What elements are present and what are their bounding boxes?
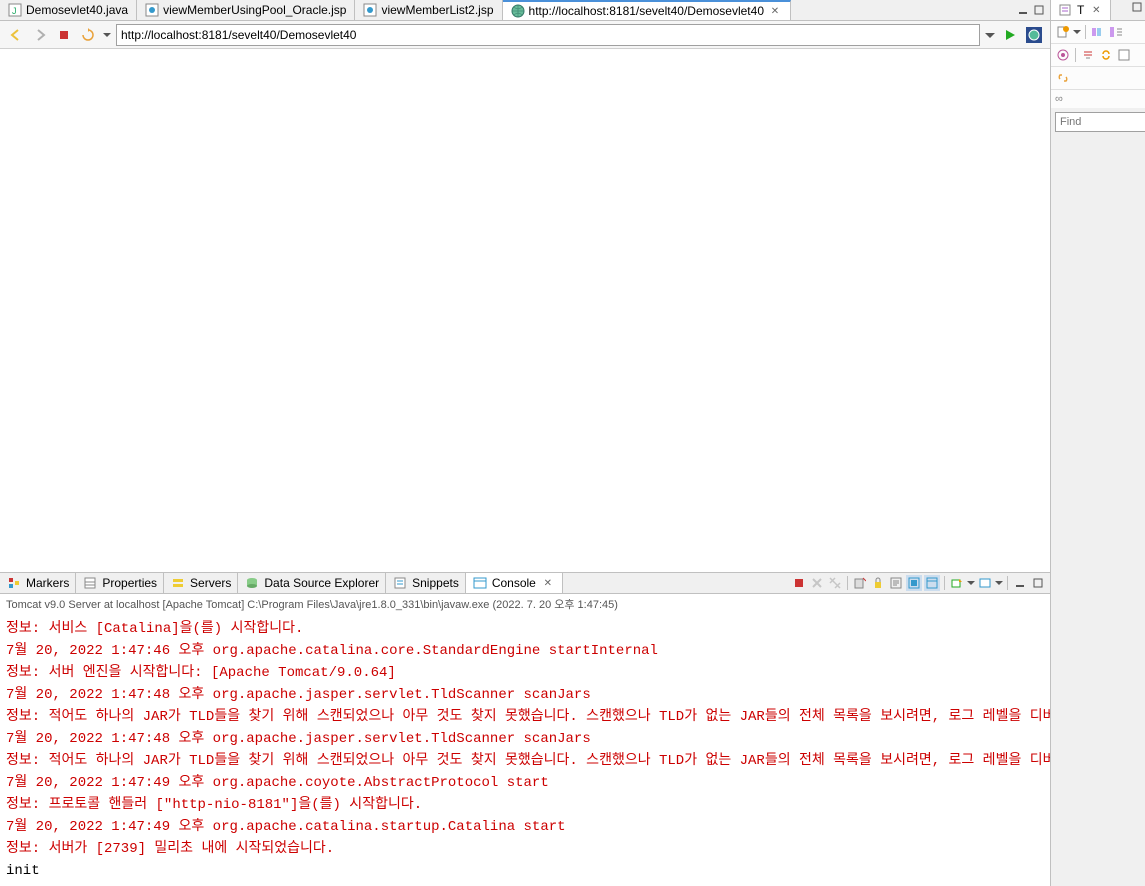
close-icon[interactable]: ✕ [768, 4, 782, 18]
dropdown-icon[interactable] [967, 575, 975, 591]
console-toolbar [787, 573, 1050, 593]
go-button[interactable] [1000, 25, 1020, 45]
right-side-panel: T ✕ ∞ [1051, 0, 1145, 886]
console-line: 7월 20, 2022 1:47:49 오후 org.apache.catali… [6, 816, 1044, 838]
tab-label: viewMemberUsingPool_Oracle.jsp [163, 3, 346, 17]
editor-tab-browser[interactable]: http://localhost:8181/sevelt40/Demosevle… [503, 0, 791, 20]
console-line: 정보: 적어도 하나의 JAR가 TLD들을 찾기 위해 스캔되었으나 아무 것… [6, 750, 1044, 772]
console-line: 7월 20, 2022 1:47:49 오후 org.apache.coyote… [6, 772, 1044, 794]
datasource-icon [244, 575, 260, 591]
editor-tab-bar: J Demosevlet40.java viewMemberUsingPool_… [0, 0, 1050, 21]
jsp-file-icon [145, 3, 159, 17]
schedule-button[interactable] [1108, 24, 1124, 40]
snippets-icon [392, 575, 408, 591]
forward-button[interactable] [30, 25, 50, 45]
show-console-button[interactable] [924, 575, 940, 591]
open-console-button[interactable] [949, 575, 965, 591]
browser-viewport [0, 49, 1050, 572]
console-line: 정보: 서비스 [Catalina]을(를) 시작합니다. [6, 618, 1044, 640]
tab-label: viewMemberList2.jsp [381, 3, 493, 17]
tab-data-source-explorer[interactable]: Data Source Explorer [238, 573, 386, 593]
external-browser-button[interactable] [1024, 25, 1044, 45]
url-input[interactable] [116, 24, 980, 46]
console-output[interactable]: 정보: 서비스 [Catalina]을(를) 시작합니다.7월 20, 2022… [0, 614, 1050, 886]
tab-console[interactable]: Console ✕ [466, 573, 563, 593]
browser-toolbar [0, 21, 1050, 49]
collapse-button[interactable] [1080, 47, 1096, 63]
console-line: 7월 20, 2022 1:47:46 오후 org.apache.catali… [6, 640, 1044, 662]
minimize-button[interactable] [1012, 575, 1028, 591]
tab-label: Demosevlet40.java [26, 3, 128, 17]
bottom-view-tabs: Markers Properties Servers Data Source E… [0, 572, 1050, 594]
editor-tab-java[interactable]: J Demosevlet40.java [0, 0, 137, 20]
tab-label: Markers [26, 576, 69, 590]
globe-icon [511, 4, 525, 18]
console-icon [472, 575, 488, 591]
find-input[interactable] [1055, 112, 1145, 132]
sync-button[interactable] [1098, 47, 1114, 63]
java-file-icon: J [8, 3, 22, 17]
jsp-file-icon [363, 3, 377, 17]
console-line: 정보: 서버 엔진을 시작합니다: [Apache Tomcat/9.0.64] [6, 662, 1044, 684]
console-line: init [6, 860, 1044, 882]
servers-icon [170, 575, 186, 591]
editor-window-controls [1012, 0, 1050, 20]
properties-icon [82, 575, 98, 591]
console-line: 정보: 프로토콜 핸들러 ["http-nio-8181"]을(를) 시작합니다… [6, 794, 1044, 816]
terminate-button[interactable] [791, 575, 807, 591]
link-glyph: ∞ [1055, 93, 1063, 105]
tab-markers[interactable]: Markers [0, 573, 76, 593]
tab-servers[interactable]: Servers [164, 573, 238, 593]
clear-console-button[interactable] [852, 575, 868, 591]
tab-task-list[interactable]: T ✕ [1051, 0, 1111, 20]
console-line: 7월 20, 2022 1:47:48 오후 org.apache.jasper… [6, 684, 1044, 706]
display-console-button[interactable] [977, 575, 993, 591]
categorize-button[interactable] [1090, 24, 1106, 40]
close-icon[interactable]: ✕ [1088, 2, 1104, 18]
dropdown-icon[interactable] [102, 25, 112, 45]
dropdown-icon[interactable] [995, 575, 1003, 591]
tab-properties[interactable]: Properties [76, 573, 164, 593]
console-line: 정보: 적어도 하나의 JAR가 TLD들을 찾기 위해 스캔되었으나 아무 것… [6, 706, 1044, 728]
tasks-icon [1057, 2, 1073, 18]
dropdown-icon[interactable] [1073, 24, 1081, 40]
url-dropdown-icon[interactable] [984, 25, 996, 45]
tab-label: T [1077, 3, 1084, 17]
console-process-label: Tomcat v9.0 Server at localhost [Apache … [0, 594, 1050, 614]
scroll-lock-button[interactable] [870, 575, 886, 591]
new-task-button[interactable] [1055, 24, 1071, 40]
focus-button[interactable] [1055, 47, 1071, 63]
tab-label: Properties [102, 576, 157, 590]
pin-console-button[interactable] [906, 575, 922, 591]
maximize-icon[interactable] [1032, 3, 1046, 17]
refresh-button[interactable] [78, 25, 98, 45]
markers-icon [6, 575, 22, 591]
editor-tab-jsp-2[interactable]: viewMemberList2.jsp [355, 0, 502, 20]
tab-label: Console [492, 576, 536, 590]
link-button[interactable] [1055, 70, 1071, 86]
close-icon[interactable]: ✕ [540, 575, 556, 591]
back-button[interactable] [6, 25, 26, 45]
tab-snippets[interactable]: Snippets [386, 573, 466, 593]
filter-button[interactable] [1116, 47, 1132, 63]
tab-label: Snippets [412, 576, 459, 590]
tab-label: Data Source Explorer [264, 576, 379, 590]
tab-label: Servers [190, 576, 231, 590]
console-line: 7월 20, 2022 1:47:48 오후 org.apache.jasper… [6, 728, 1044, 750]
maximize-button[interactable] [1030, 575, 1046, 591]
editor-tab-jsp-1[interactable]: viewMemberUsingPool_Oracle.jsp [137, 0, 355, 20]
console-line: 정보: 서버가 [2739] 밀리초 내에 시작되었습니다. [6, 838, 1044, 860]
remove-launch-button[interactable] [809, 575, 825, 591]
minimize-icon[interactable] [1016, 3, 1030, 17]
remove-all-button[interactable] [827, 575, 843, 591]
svg-text:J: J [12, 6, 17, 16]
word-wrap-button[interactable] [888, 575, 904, 591]
view-menu-icon[interactable] [1129, 0, 1145, 14]
tab-label: http://localhost:8181/sevelt40/Demosevle… [529, 4, 764, 18]
stop-button[interactable] [54, 25, 74, 45]
